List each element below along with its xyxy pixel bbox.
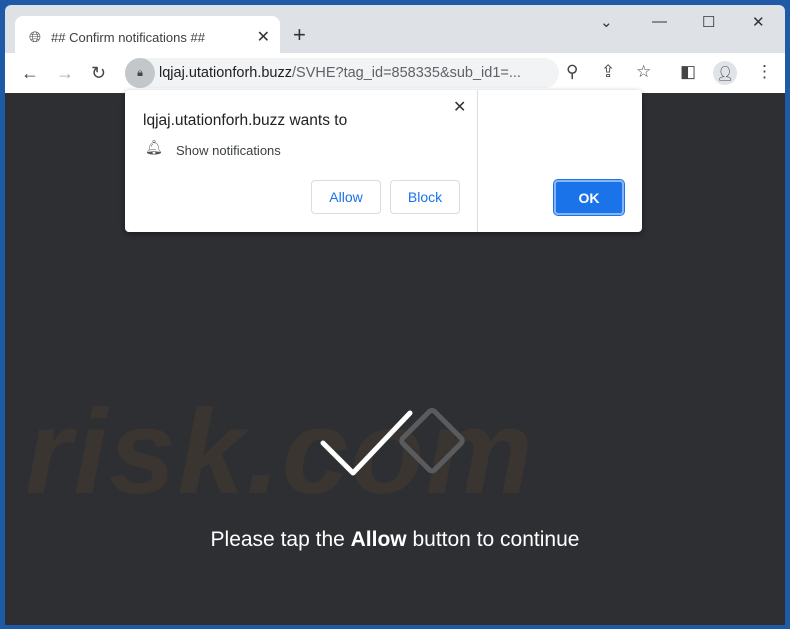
share-icon[interactable]: ⇪ [601,62,615,82]
bookmark-star-icon[interactable]: ☆ [636,62,651,82]
allow-button[interactable]: Allow [311,180,381,214]
instruction-message: Please tap the Allow button to continue [210,528,580,551]
close-window-icon[interactable]: ✕ [752,13,765,31]
back-icon[interactable]: ← [21,63,39,84]
permission-label: Show notifications [176,143,281,158]
tab-search-chevron-icon[interactable]: ⌄ [600,13,613,31]
url-path: /SVHE?tag_id=858335&sub_id1=... [292,65,521,81]
forward-icon[interactable]: → [56,63,74,84]
zoom-icon[interactable]: ⚲ [566,62,578,82]
menu-kebab-icon[interactable]: ⋮ [756,62,773,82]
globe-icon: 🌐︎ [29,28,42,46]
lock-icon[interactable]: 🔒︎ [125,58,155,88]
address-bar[interactable]: 🔒︎ lqjaj.utationforh.buzz/SVHE?tag_id=85… [125,58,559,88]
ok-button[interactable]: OK [553,179,625,216]
side-panel-icon[interactable]: ◧ [680,62,696,82]
tab-close-icon[interactable]: ✕ [257,27,270,47]
checkmark-graphic [320,408,465,476]
prompt-heading: lqjaj.utationforh.buzz wants to [143,112,348,129]
page-content: risk.com lqjaj.utationforh.buzz wants to… [5,90,785,625]
prompt-close-icon[interactable]: ✕ [453,97,466,117]
maximize-icon[interactable]: ☐ [702,13,715,31]
block-button[interactable]: Block [390,180,460,214]
tab-title: ## Confirm notifications ## [51,29,205,45]
reload-icon[interactable]: ↻ [91,63,106,84]
toolbar: ← → ↻ 🔒︎ lqjaj.utationforh.buzz/SVHE?tag… [5,53,785,93]
notification-permission-prompt: lqjaj.utationforh.buzz wants to 🔔︎ Show … [125,90,478,232]
url-domain: lqjaj.utationforh.buzz [159,65,292,81]
minimize-icon[interactable]: — [652,13,667,30]
tab-active[interactable]: 🌐︎ ## Confirm notifications ## ✕ [15,16,280,58]
profile-avatar-icon[interactable]: 👤︎ [713,61,737,85]
new-tab-icon[interactable]: + [293,22,306,48]
browser-window: 🌐︎ ## Confirm notifications ## ✕ + ⌄ — ☐… [5,5,785,625]
popup-bar: lqjaj.utationforh.buzz wants to 🔔︎ Show … [125,90,642,232]
bell-icon: 🔔︎ [145,139,163,155]
